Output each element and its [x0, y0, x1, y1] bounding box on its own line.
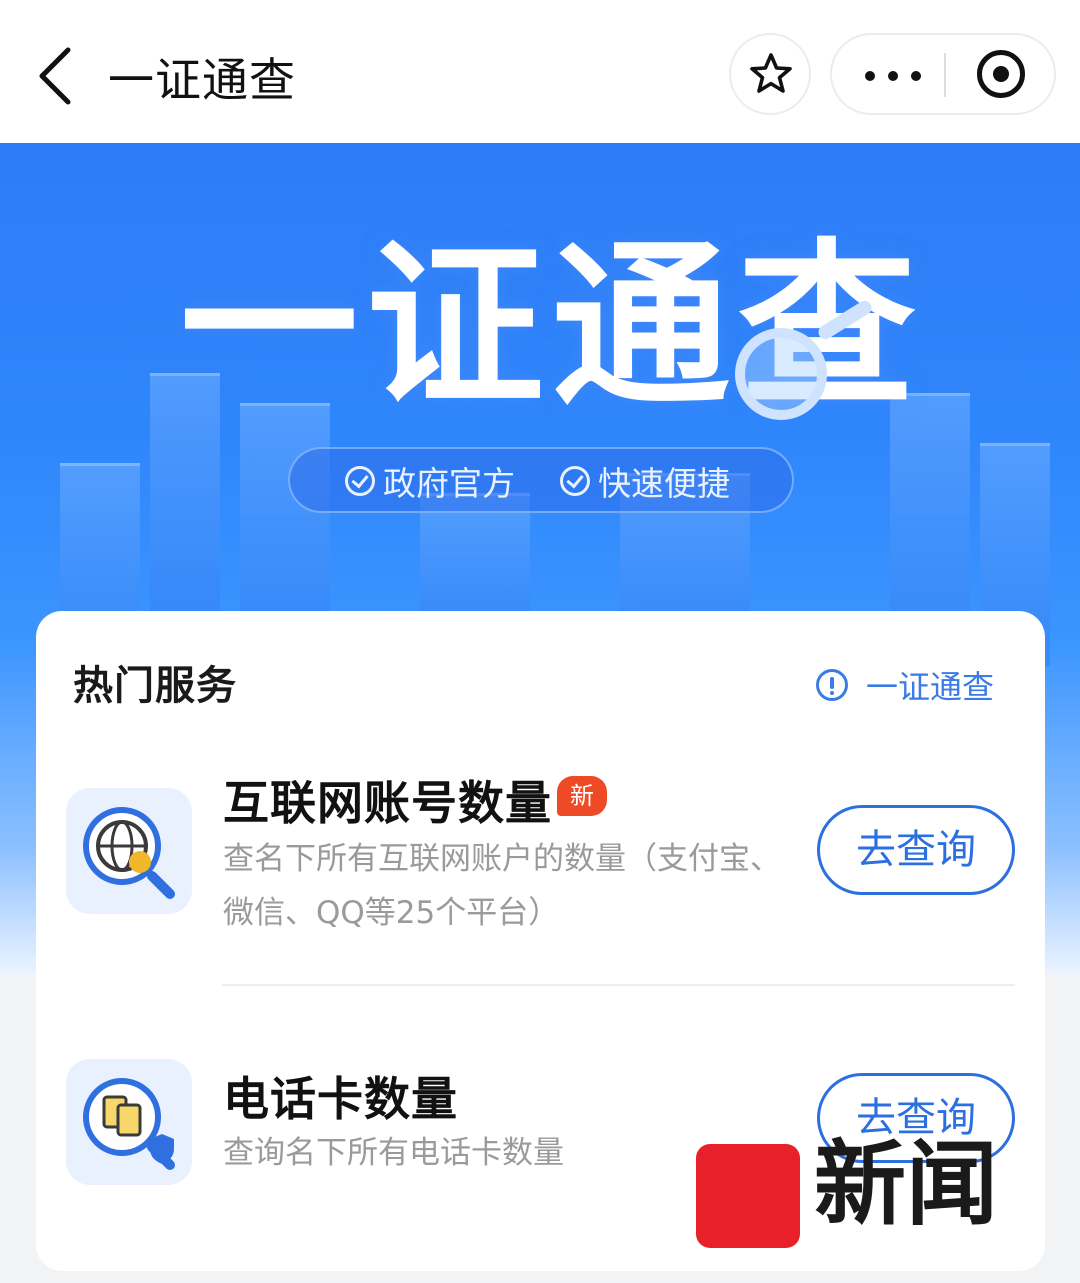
- query-button[interactable]: 去查询: [817, 805, 1015, 895]
- capsule-divider: [944, 53, 946, 97]
- target-circle-icon[interactable]: [977, 50, 1025, 98]
- new-badge: 新: [557, 776, 607, 816]
- top-nav-bar: 一证通查: [0, 0, 1080, 143]
- check-circle-icon: [345, 466, 375, 496]
- tag-official: 政府官方: [345, 461, 515, 503]
- building-decoration: [240, 403, 330, 646]
- favorite-button[interactable]: [729, 33, 811, 115]
- magnifier-icon: [735, 328, 827, 420]
- service-description: 查名下所有互联网账户的数量（支付宝、微信、QQ等25个平台）: [223, 841, 781, 931]
- divider: [222, 984, 1015, 986]
- globe-search-icon: [66, 788, 192, 914]
- info-icon: [816, 669, 848, 701]
- service-title: 互联网账号数量: [223, 776, 552, 830]
- chevron-left-icon: [39, 47, 71, 105]
- star-icon: [750, 53, 792, 93]
- back-button[interactable]: [34, 46, 84, 106]
- watermark-text: 新闻: [814, 1130, 999, 1238]
- more-dots-icon[interactable]: [865, 71, 921, 81]
- miniapp-capsule: [830, 33, 1056, 115]
- tag-fast: 快速便捷: [560, 461, 730, 503]
- section-heading: 热门服务: [73, 663, 237, 709]
- info-link-label: 一证通查: [866, 668, 995, 706]
- banner-tags: 政府官方 快速便捷: [288, 447, 794, 513]
- service-title: 电话卡数量: [223, 1072, 458, 1126]
- check-circle-icon: [560, 466, 590, 496]
- watermark-logo: [696, 1144, 800, 1248]
- news-watermark: 新闻: [696, 1138, 1016, 1248]
- page-title: 一证通查: [108, 53, 296, 107]
- info-link[interactable]: 一证通查: [816, 665, 995, 706]
- sim-card-search-icon: [66, 1059, 192, 1185]
